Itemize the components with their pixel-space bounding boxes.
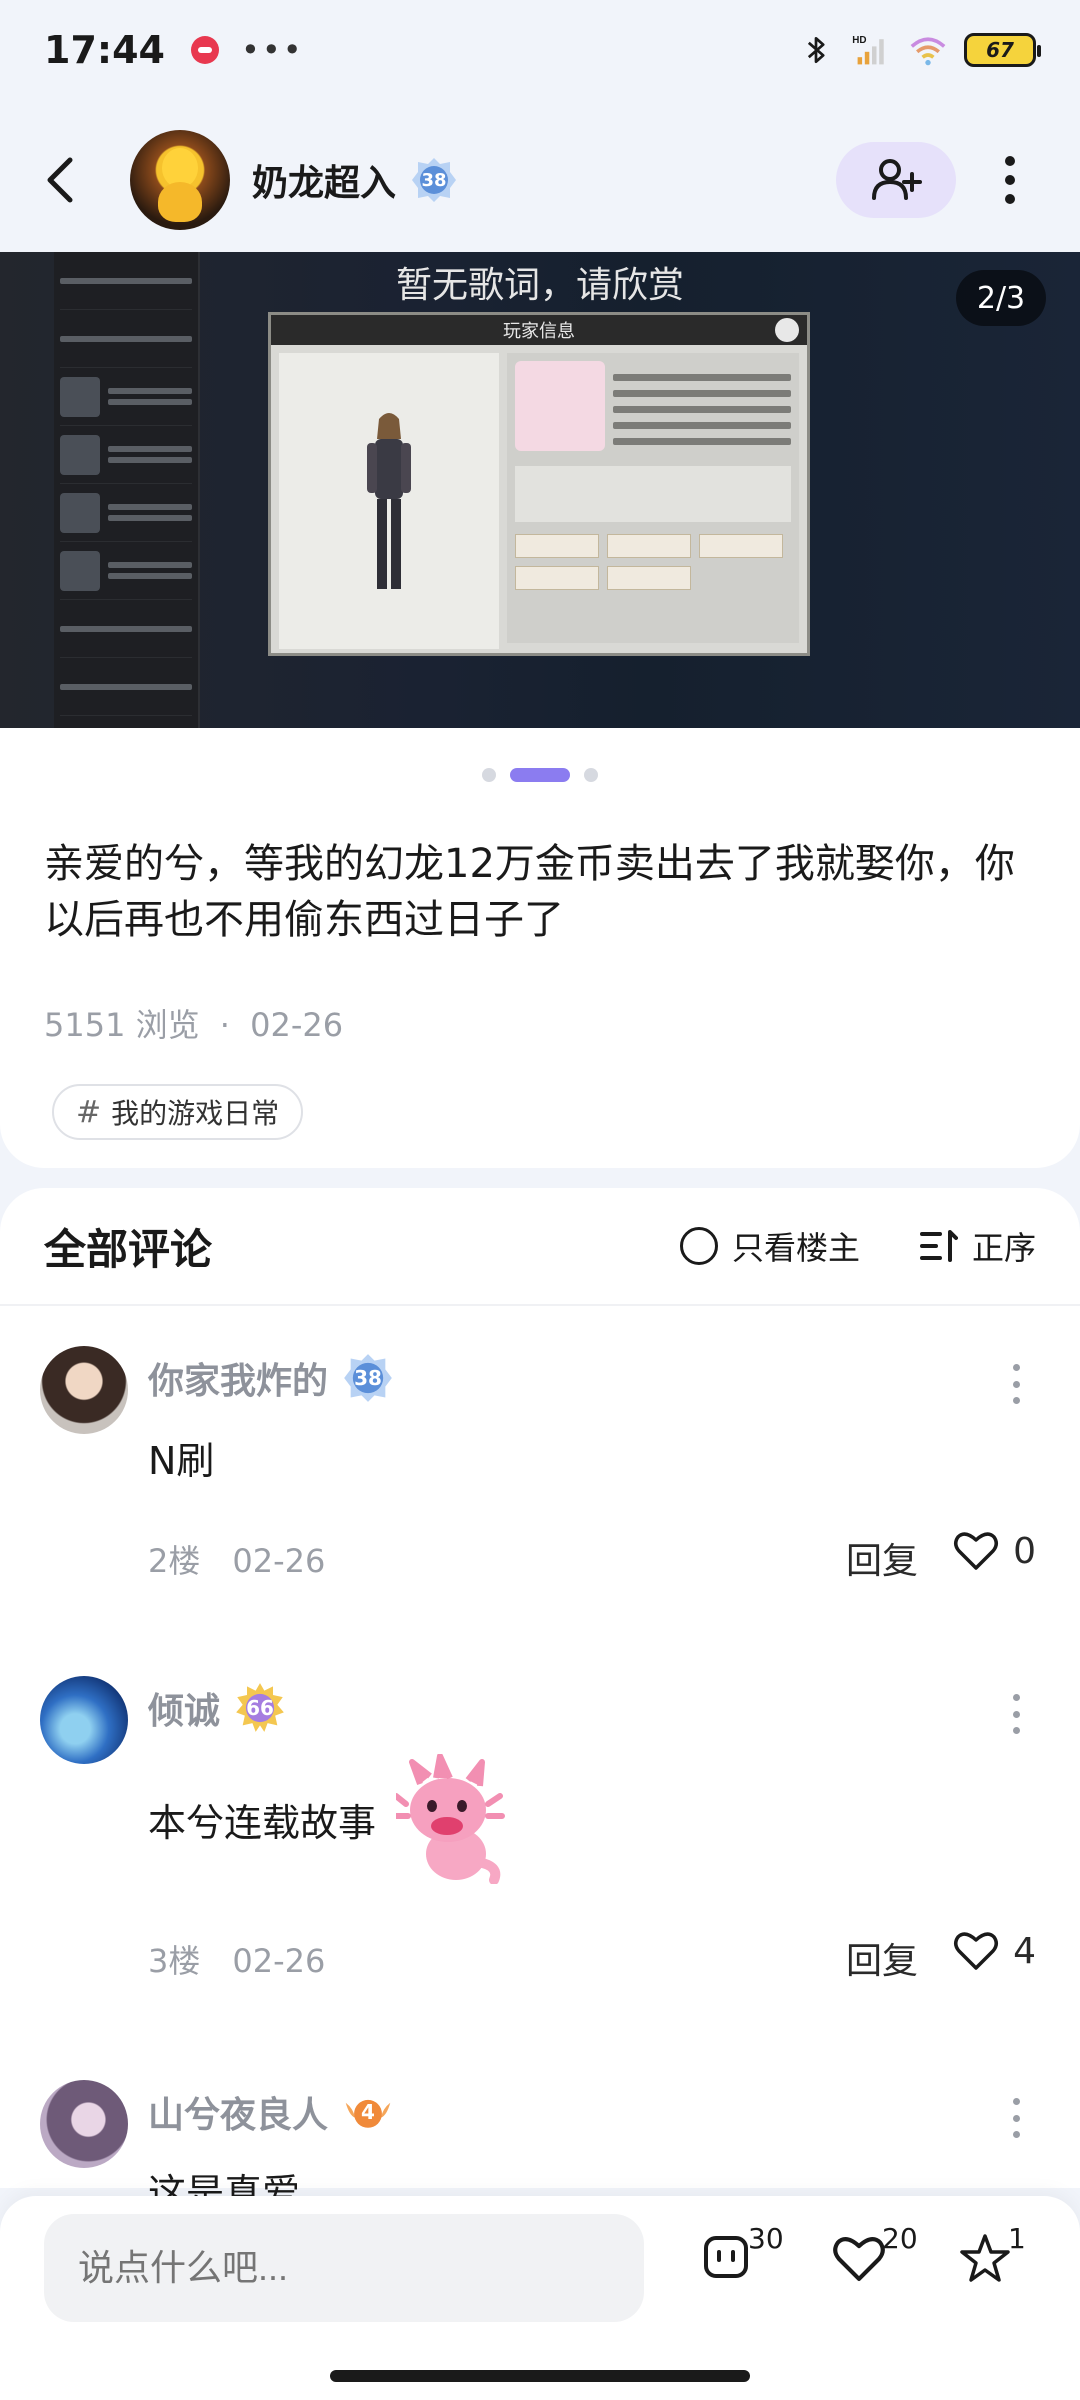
commenter-avatar[interactable] [40, 1346, 128, 1434]
player-info-panel [507, 353, 799, 643]
carousel-dots [0, 768, 1080, 782]
comments-header: 全部评论 只看楼主 正序 [0, 1188, 1080, 1306]
post-like-button[interactable]: 20 [832, 2222, 918, 2284]
axolotl-sticker [396, 1754, 506, 1884]
status-more: ••• [240, 31, 304, 69]
comment-more-button[interactable] [1006, 1364, 1026, 1404]
status-bar: 17:44 ••• HD 67 [0, 0, 1080, 100]
carousel-dot[interactable] [482, 768, 496, 782]
battery-indicator: 67 [964, 33, 1041, 67]
comment-more-button[interactable] [1006, 1694, 1026, 1734]
app-notification-icon [190, 36, 219, 64]
comments-title: 全部评论 [44, 1224, 213, 1274]
floor-number: 2楼 [148, 1542, 201, 1580]
comment-count: 30 [748, 2222, 784, 2255]
image-page-indicator: 2/3 [956, 270, 1046, 326]
meta-separator: · [219, 1006, 230, 1044]
carousel-dot[interactable] [584, 768, 598, 782]
comment-item: 山兮夜良人 4 这是真爱 [0, 2070, 1080, 2196]
commenter-name[interactable]: 倾诚 66 [148, 1682, 286, 1734]
heart-icon [833, 2237, 885, 2282]
reply-button[interactable]: 回复 [846, 1932, 918, 1984]
post-meta: 5151 浏览 · 02-26 [44, 1000, 343, 1046]
only-host-toggle[interactable]: 只看楼主 [679, 1223, 860, 1269]
carousel-dot-active[interactable] [510, 768, 570, 782]
commenter-avatar[interactable] [40, 1676, 128, 1764]
dialog-title: 玩家信息 [503, 321, 575, 342]
game-friend-panel [54, 252, 200, 728]
author-name[interactable]: 奶龙超入 [252, 154, 396, 206]
more-options-button[interactable] [980, 140, 1040, 220]
commenter-name[interactable]: 山兮夜良人 4 [148, 2086, 394, 2138]
radio-circle-icon [679, 1227, 718, 1265]
heart-icon [954, 1532, 999, 1570]
sort-label: 正序 [971, 1229, 1036, 1267]
dialog-close-icon [775, 318, 799, 342]
floor-number: 3楼 [148, 1942, 201, 1980]
comment-bubble-icon [704, 2236, 748, 2278]
favorite-count: 1 [1008, 2222, 1026, 2255]
author-avatar[interactable] [130, 130, 230, 230]
follow-button[interactable] [836, 142, 956, 218]
level-badge: 38 [342, 1352, 394, 1404]
comment-floor-info: 3楼 02-26 [148, 1936, 325, 1982]
comment-count-button[interactable]: 30 [700, 2222, 784, 2282]
level-badge: 66 [234, 1682, 286, 1734]
comment-floor-info: 2楼 02-26 [148, 1536, 325, 1582]
character-preview [279, 353, 499, 649]
bluetooth-icon [807, 36, 825, 64]
lyrics-overlay: 暂无歌词，请欣赏 [395, 265, 684, 306]
level-badge: 38 [410, 156, 458, 204]
home-indicator[interactable] [330, 2370, 750, 2382]
like-button[interactable]: 4 [953, 1930, 1036, 1972]
level-badge: 4 [342, 2086, 394, 2138]
back-button[interactable] [40, 140, 120, 220]
chevron-left-icon [47, 157, 73, 203]
heart-icon [954, 1932, 999, 1970]
status-time: 17:44 [44, 28, 165, 72]
like-count: 4 [1013, 1930, 1036, 1972]
like-count: 0 [1013, 1530, 1036, 1572]
image-carousel[interactable]: 玩家信息 暂无歌词，请欣赏 2/3 [0, 252, 1080, 728]
comment-text: N刷 [148, 1439, 215, 1483]
only-host-label: 只看楼主 [731, 1229, 860, 1267]
topic-tag[interactable]: # 我的游戏日常 [52, 1084, 304, 1140]
level-number: 38 [421, 169, 447, 191]
comment-text-content: 本兮连载故事 [148, 1800, 377, 1845]
sort-icon [919, 1230, 958, 1262]
post-date: 02-26 [250, 1006, 344, 1044]
like-button[interactable]: 0 [953, 1530, 1036, 1572]
commenter-avatar[interactable] [40, 2080, 128, 2168]
hash-icon: # [76, 1094, 102, 1130]
svg-text:HD: HD [852, 35, 866, 46]
favorite-button[interactable]: 1 [958, 2222, 1026, 2286]
post-header: 奶龙超入 38 [0, 120, 1080, 240]
add-user-icon [872, 159, 922, 200]
signal-icon: HD [852, 35, 884, 65]
more-vertical-icon [1005, 156, 1015, 204]
status-icons: HD 67 [796, 32, 1041, 68]
topic-tag-label: 我的游戏日常 [111, 1097, 280, 1130]
post-like-count: 20 [882, 2222, 918, 2255]
comment-text: 这是真爱 [148, 2171, 301, 2196]
comment-input[interactable] [44, 2214, 644, 2322]
sort-button[interactable]: 正序 [918, 1223, 1036, 1269]
comment-date: 02-26 [232, 1942, 326, 1980]
comment-text: 本兮连载故事 [148, 1754, 506, 1884]
commenter-name[interactable]: 你家我炸的 38 [148, 1352, 394, 1404]
view-count: 5151 浏览 [44, 1006, 200, 1044]
star-icon [960, 2234, 1010, 2282]
comment-more-button[interactable] [1006, 2098, 1026, 2138]
player-info-dialog: 玩家信息 [268, 312, 810, 656]
character-figure [367, 413, 411, 589]
reply-button[interactable]: 回复 [846, 1532, 918, 1584]
wifi-icon [910, 37, 946, 66]
post-body: 亲爱的兮，等我的幻龙12万金币卖出去了我就娶你，你以后再也不用偷东西过日子了 [44, 841, 1015, 943]
comment-date: 02-26 [232, 1542, 326, 1580]
